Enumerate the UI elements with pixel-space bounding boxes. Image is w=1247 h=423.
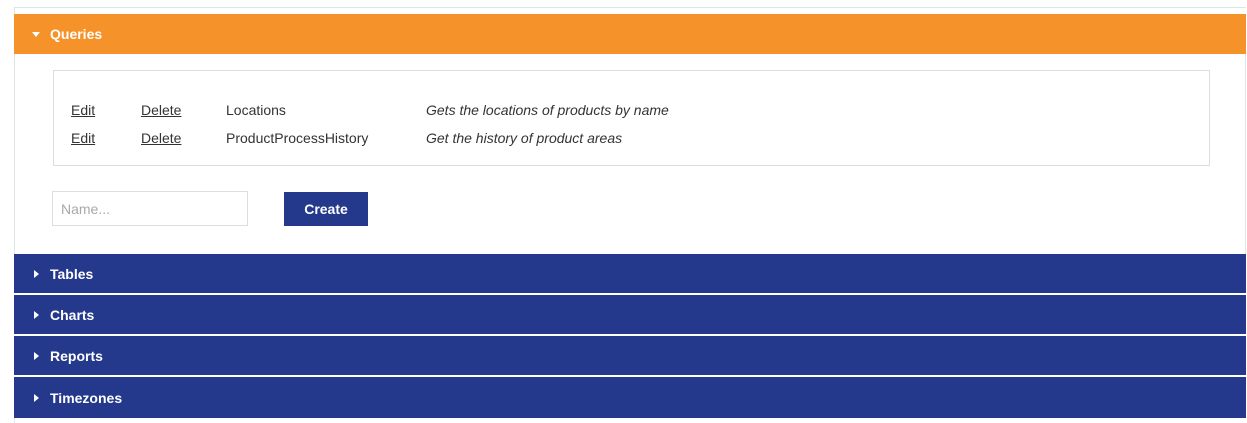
panel-title-charts: Charts bbox=[50, 306, 95, 323]
edit-link[interactable]: Edit bbox=[71, 130, 95, 146]
query-description: Get the history of product areas bbox=[426, 130, 623, 146]
caret-down-icon bbox=[32, 31, 40, 37]
panel-title-queries: Queries bbox=[50, 26, 103, 42]
delete-link[interactable]: Delete bbox=[141, 130, 181, 146]
name-input[interactable] bbox=[52, 191, 248, 226]
panel-title-reports: Reports bbox=[50, 347, 103, 364]
panel-header-charts[interactable]: Charts bbox=[14, 295, 1246, 336]
panel-header-timezones[interactable]: Timezones bbox=[14, 377, 1246, 418]
caret-right-icon bbox=[34, 269, 39, 278]
query-name: Locations bbox=[226, 102, 286, 118]
create-button[interactable]: Create bbox=[284, 192, 368, 226]
caret-right-icon bbox=[34, 393, 39, 402]
delete-link[interactable]: Delete bbox=[141, 102, 181, 118]
caret-right-icon bbox=[34, 310, 39, 319]
panel-title-timezones: Timezones bbox=[50, 389, 123, 406]
query-description: Gets the locations of products by name bbox=[426, 102, 669, 118]
panel-header-tables[interactable]: Tables bbox=[14, 254, 1246, 295]
query-name: ProductProcessHistory bbox=[226, 130, 369, 146]
panel-header-queries[interactable]: Queries bbox=[14, 14, 1246, 54]
panel-header-reports[interactable]: Reports bbox=[14, 336, 1246, 377]
queries-panel-body: Edit Delete Locations Gets the locations… bbox=[14, 54, 1246, 254]
panel-title-tables: Tables bbox=[50, 265, 94, 282]
accordion: Queries Edit Delete Locations Gets the l… bbox=[14, 14, 1246, 418]
query-list: Edit Delete Locations Gets the locations… bbox=[53, 70, 1210, 166]
edit-link[interactable]: Edit bbox=[71, 102, 95, 118]
caret-right-icon bbox=[34, 351, 39, 360]
